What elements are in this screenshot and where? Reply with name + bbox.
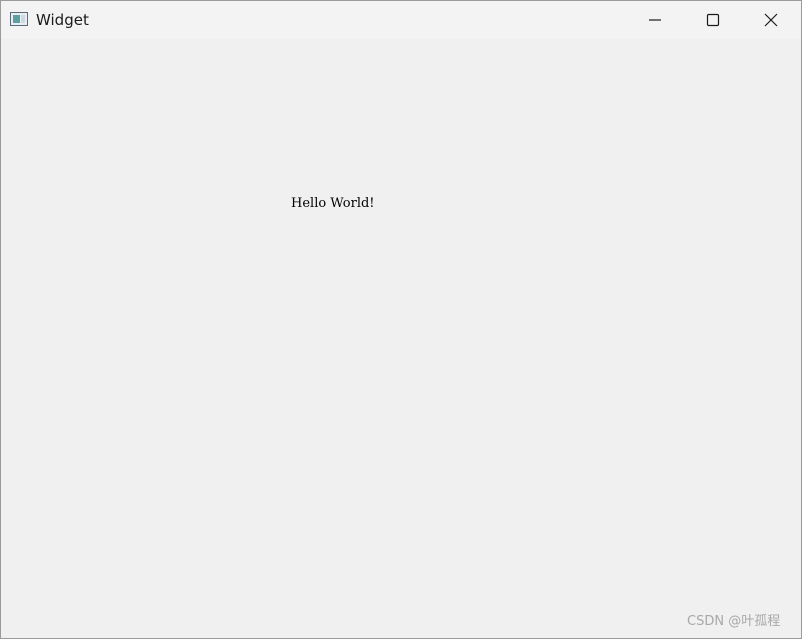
app-window: Widget Hello World! (0, 0, 802, 639)
client-area: Hello World! (1, 39, 801, 638)
hello-label: Hello World! (291, 196, 375, 211)
close-icon (764, 13, 778, 27)
maximize-button[interactable] (684, 1, 742, 39)
minimize-button[interactable] (626, 1, 684, 39)
minimize-icon (649, 19, 661, 21)
maximize-icon (706, 13, 720, 27)
watermark-text: CSDN @叶孤程 (687, 614, 781, 629)
close-button[interactable] (742, 1, 800, 39)
title-bar[interactable]: Widget (1, 1, 801, 39)
window-title: Widget (36, 11, 89, 29)
app-window-icon (10, 12, 28, 26)
